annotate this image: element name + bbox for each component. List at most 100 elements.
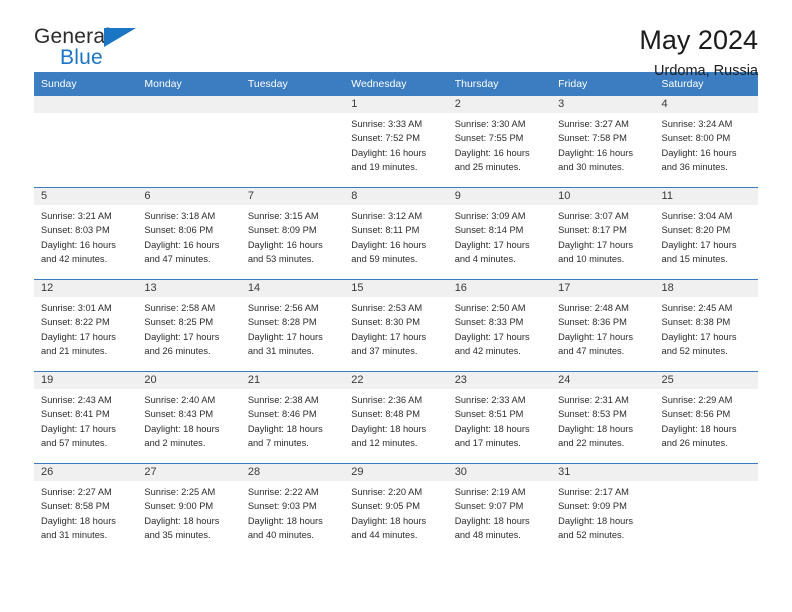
- calendar-day-27[interactable]: 27 Sunrise: 2:25 AM Sunset: 9:00 PM Dayligh…: [137, 464, 241, 555]
- day-number: 27: [137, 464, 241, 481]
- sunset-text: Sunset: 8:00 PM: [661, 133, 731, 144]
- calendar-day-26[interactable]: 26 Sunrise: 2:27 AM Sunset: 8:58 PM Dayligh…: [34, 464, 138, 555]
- daylight-text-line2: and 31 minutes.: [41, 530, 108, 541]
- calendar-day-2[interactable]: 2 Sunrise: 3:30 AM Sunset: 7:55 PM Daylight…: [447, 96, 552, 187]
- general-blue-logo[interactable]: General Blue: [34, 26, 174, 74]
- day-number: 14: [240, 280, 345, 297]
- calendar-day-11[interactable]: 11 Sunrise: 3:04 AM Sunset: 8:20 PM Dayligh…: [654, 188, 758, 279]
- calendar-day-empty: [240, 96, 345, 187]
- sunset-text: Sunset: 7:55 PM: [454, 133, 524, 144]
- calendar-cell: 23 Sunrise: 2:33 AM Sunset: 8:51 PM Dayligh…: [447, 371, 552, 464]
- sunset-text: Sunset: 8:25 PM: [144, 317, 214, 328]
- day-details: Sunrise: 3:01 AM Sunset: 8:22 PM Daylight:…: [34, 297, 137, 359]
- calendar-day-13[interactable]: 13 Sunrise: 2:58 AM Sunset: 8:25 PM Dayligh…: [137, 280, 241, 371]
- calendar-day-23[interactable]: 23 Sunrise: 2:33 AM Sunset: 8:51 PM Dayligh…: [447, 372, 552, 463]
- sunrise-text: Sunrise: 2:45 AM: [661, 303, 733, 313]
- daylight-text-line1: Daylight: 18 hours: [454, 423, 530, 434]
- sunset-text: Sunset: 9:07 PM: [454, 501, 524, 512]
- sunset-text: Sunset: 8:43 PM: [144, 409, 214, 420]
- daylight-text-line2: and 22 minutes.: [558, 438, 625, 449]
- calendar-day-21[interactable]: 21 Sunrise: 2:38 AM Sunset: 8:46 PM Dayligh…: [240, 372, 345, 463]
- sunset-text: Sunset: 8:30 PM: [351, 317, 420, 328]
- sunrise-text: Sunrise: 3:21 AM: [41, 211, 112, 221]
- sunrise-text: Sunrise: 3:18 AM: [144, 211, 216, 221]
- calendar-day-28[interactable]: 28 Sunrise: 2:22 AM Sunset: 9:03 PM Dayligh…: [240, 464, 345, 555]
- day-details: Sunrise: 2:29 AM Sunset: 8:56 PM Daylight:…: [655, 389, 758, 451]
- sunset-text: Sunset: 8:06 PM: [144, 225, 214, 236]
- day-number: 31: [551, 464, 655, 481]
- sunrise-text: Sunrise: 3:27 AM: [558, 119, 629, 129]
- daylight-text-line2: and 42 minutes.: [41, 254, 108, 265]
- sunrise-text: Sunrise: 2:36 AM: [351, 395, 423, 405]
- calendar-day-19[interactable]: 19 Sunrise: 2:43 AM Sunset: 8:41 PM Dayligh…: [34, 372, 138, 463]
- day-number: 17: [551, 280, 655, 297]
- calendar-day-10[interactable]: 10 Sunrise: 3:07 AM Sunset: 8:17 PM Dayligh…: [551, 188, 655, 279]
- calendar-day-18[interactable]: 18 Sunrise: 2:45 AM Sunset: 8:38 PM Dayligh…: [654, 280, 758, 371]
- calendar-cell: 21 Sunrise: 2:38 AM Sunset: 8:46 PM Dayligh…: [240, 371, 345, 464]
- calendar-week-row: 1 Sunrise: 3:33 AM Sunset: 7:52 PM Daylight…: [34, 96, 758, 188]
- daylight-text-line1: Daylight: 16 hours: [661, 147, 737, 158]
- logo-text-blue: Blue: [60, 46, 103, 69]
- calendar-day-24[interactable]: 24 Sunrise: 2:31 AM Sunset: 8:53 PM Dayligh…: [551, 372, 655, 463]
- calendar-day-7[interactable]: 7 Sunrise: 3:15 AM Sunset: 8:09 PM Daylight…: [240, 188, 345, 279]
- calendar-day-6[interactable]: 6 Sunrise: 3:18 AM Sunset: 8:06 PM Daylight…: [137, 188, 241, 279]
- daylight-text-line1: Daylight: 17 hours: [41, 331, 116, 342]
- day-details: Sunrise: 2:56 AM Sunset: 8:28 PM Daylight:…: [241, 297, 344, 359]
- sunset-text: Sunset: 9:05 PM: [351, 501, 420, 512]
- daylight-text-line2: and 26 minutes.: [144, 346, 211, 357]
- sunrise-text: Sunrise: 2:50 AM: [454, 303, 526, 313]
- calendar-day-16[interactable]: 16 Sunrise: 2:50 AM Sunset: 8:33 PM Dayligh…: [447, 280, 552, 371]
- sunset-text: Sunset: 9:09 PM: [558, 501, 627, 512]
- calendar-day-15[interactable]: 15 Sunrise: 2:53 AM Sunset: 8:30 PM Dayligh…: [344, 280, 448, 371]
- daylight-text-line1: Daylight: 17 hours: [454, 331, 530, 342]
- calendar-cell: 29 Sunrise: 2:20 AM Sunset: 9:05 PM Dayligh…: [344, 463, 448, 555]
- calendar-day-12[interactable]: 12 Sunrise: 3:01 AM Sunset: 8:22 PM Dayligh…: [34, 280, 138, 371]
- day-number: 15: [344, 280, 448, 297]
- day-number: 1: [344, 96, 448, 113]
- calendar-day-empty: [34, 96, 138, 187]
- calendar-day-9[interactable]: 9 Sunrise: 3:09 AM Sunset: 8:14 PM Daylight…: [447, 188, 552, 279]
- calendar-day-8[interactable]: 8 Sunrise: 3:12 AM Sunset: 8:11 PM Daylight…: [344, 188, 448, 279]
- daylight-text-line1: Daylight: 16 hours: [144, 239, 220, 250]
- calendar-day-30[interactable]: 30 Sunrise: 2:19 AM Sunset: 9:07 PM Dayligh…: [447, 464, 552, 555]
- calendar-day-14[interactable]: 14 Sunrise: 2:56 AM Sunset: 8:28 PM Dayligh…: [240, 280, 345, 371]
- daylight-text-line1: Daylight: 18 hours: [41, 515, 116, 526]
- sunset-text: Sunset: 8:58 PM: [41, 501, 110, 512]
- calendar-day-4[interactable]: 4 Sunrise: 3:24 AM Sunset: 8:00 PM Daylight…: [654, 96, 758, 187]
- calendar-day-empty: [137, 96, 241, 187]
- day-number: 8: [344, 188, 448, 205]
- sunset-text: Sunset: 8:03 PM: [41, 225, 110, 236]
- day-number: 23: [447, 372, 552, 389]
- calendar-day-17[interactable]: 17 Sunrise: 2:48 AM Sunset: 8:36 PM Dayligh…: [551, 280, 655, 371]
- calendar-cell: 15 Sunrise: 2:53 AM Sunset: 8:30 PM Dayligh…: [344, 279, 448, 372]
- calendar-day-25[interactable]: 25 Sunrise: 2:29 AM Sunset: 8:56 PM Dayligh…: [654, 372, 758, 463]
- calendar-day-1[interactable]: 1 Sunrise: 3:33 AM Sunset: 7:52 PM Daylight…: [344, 96, 448, 187]
- calendar-day-22[interactable]: 22 Sunrise: 2:36 AM Sunset: 8:48 PM Dayligh…: [344, 372, 448, 463]
- sunset-text: Sunset: 7:52 PM: [351, 133, 420, 144]
- day-number: 28: [240, 464, 345, 481]
- day-details: Sunrise: 2:45 AM Sunset: 8:38 PM Daylight:…: [655, 297, 758, 359]
- calendar-day-3[interactable]: 3 Sunrise: 3:27 AM Sunset: 7:58 PM Daylight…: [551, 96, 655, 187]
- daylight-text-line2: and 36 minutes.: [661, 162, 728, 173]
- day-details: Sunrise: 3:30 AM Sunset: 7:55 PM Daylight:…: [448, 113, 551, 175]
- sunset-text: Sunset: 9:03 PM: [247, 501, 317, 512]
- day-details: Sunrise: 2:50 AM Sunset: 8:33 PM Daylight:…: [448, 297, 551, 359]
- calendar-cell: 20 Sunrise: 2:40 AM Sunset: 8:43 PM Dayligh…: [137, 371, 241, 464]
- calendar-day-20[interactable]: 20 Sunrise: 2:40 AM Sunset: 8:43 PM Dayligh…: [137, 372, 241, 463]
- sunrise-text: Sunrise: 2:31 AM: [558, 395, 629, 405]
- daylight-text-line1: Daylight: 16 hours: [41, 239, 116, 250]
- sunset-text: Sunset: 8:46 PM: [247, 409, 317, 420]
- daylight-text-line1: Daylight: 17 hours: [247, 331, 323, 342]
- calendar-day-5[interactable]: 5 Sunrise: 3:21 AM Sunset: 8:03 PM Daylight…: [34, 188, 138, 279]
- calendar-day-31[interactable]: 31 Sunrise: 2:17 AM Sunset: 9:09 PM Dayligh…: [551, 464, 655, 555]
- weekday-header-sunday: Sunday: [34, 72, 138, 96]
- sunrise-text: Sunrise: 2:40 AM: [144, 395, 216, 405]
- sunset-text: Sunset: 8:09 PM: [247, 225, 317, 236]
- day-details: Sunrise: 3:18 AM Sunset: 8:06 PM Daylight:…: [137, 205, 240, 267]
- sunset-text: Sunset: 8:48 PM: [351, 409, 420, 420]
- day-details: Sunrise: 3:09 AM Sunset: 8:14 PM Daylight:…: [448, 205, 551, 267]
- calendar-day-29[interactable]: 29 Sunrise: 2:20 AM Sunset: 9:05 PM Dayligh…: [344, 464, 448, 555]
- day-number: 13: [137, 280, 241, 297]
- calendar-cell: 12 Sunrise: 3:01 AM Sunset: 8:22 PM Dayligh…: [34, 279, 138, 372]
- day-details: Sunrise: 3:24 AM Sunset: 8:00 PM Daylight:…: [655, 113, 758, 175]
